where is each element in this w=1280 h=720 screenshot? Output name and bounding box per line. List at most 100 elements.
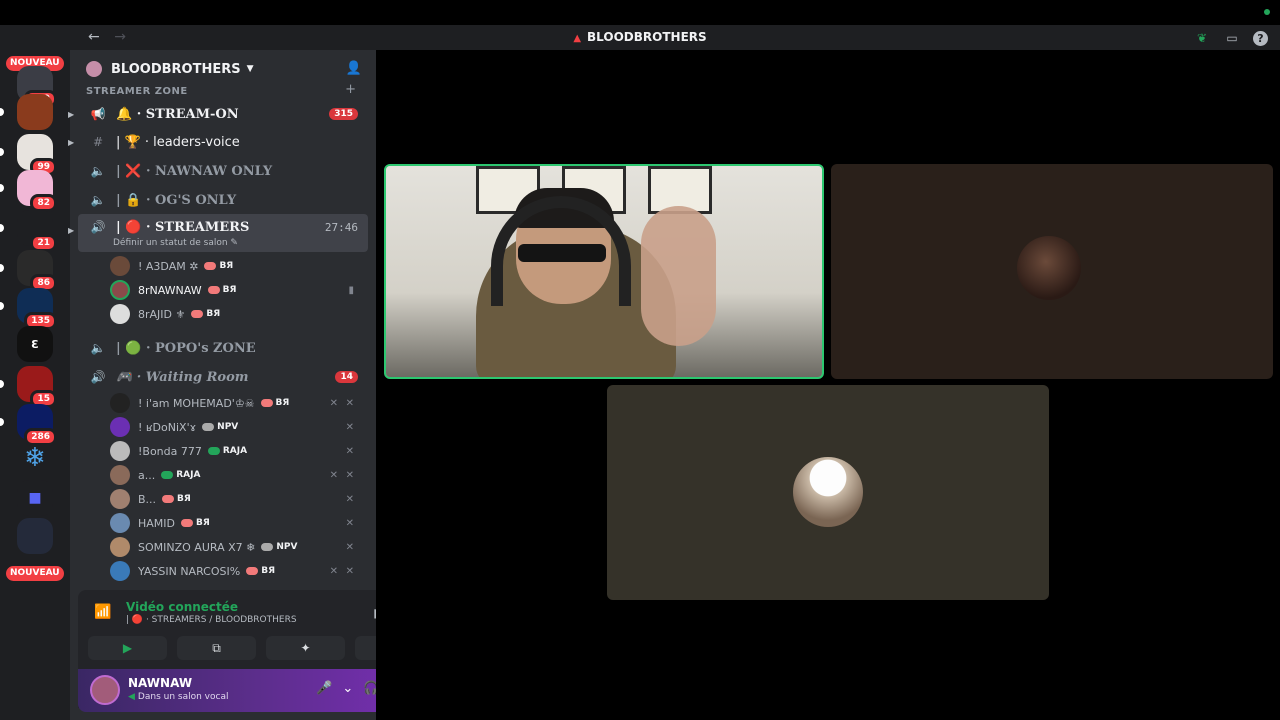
video-tile[interactable] <box>607 385 1049 600</box>
tag-label: ВЯ <box>275 398 290 408</box>
tag-label: RAJA <box>176 470 201 480</box>
server-icon-8[interactable]: 15 <box>0 366 57 408</box>
avatar <box>110 465 130 485</box>
camera-button[interactable]: ▶ <box>88 636 167 660</box>
channel-name: | 🏆 · leaders-voice <box>116 134 240 150</box>
voice-status[interactable]: Vidéo connectée <box>126 600 238 614</box>
user-status-text: Dans un salon vocal <box>137 692 229 702</box>
voice-member[interactable]: SOMINZO AURA X7 ❄ NPV ✕ <box>110 536 366 558</box>
microphone-icon[interactable]: 🎤 <box>316 681 332 696</box>
voice-member[interactable]: B... ВЯ ✕ <box>110 488 366 510</box>
voice-member[interactable]: YASSIN NARCOSI% ВЯ ✕ ✕ <box>110 560 366 582</box>
tag-label: NPV <box>276 542 298 552</box>
speaker-icon: 🔊 <box>90 220 106 234</box>
chevron-down-icon[interactable]: ⌄ <box>342 681 353 696</box>
snowflake-icon[interactable]: ❄ <box>17 440 53 476</box>
voice-icon: ◀ <box>128 692 135 702</box>
voice-member[interactable]: a... RAJA ✕ ✕ <box>110 464 366 486</box>
server-icon-2[interactable]: 99 <box>0 134 57 176</box>
tag-icon <box>246 567 259 575</box>
member-name: !Bonda 777 <box>138 444 202 458</box>
voice-member[interactable]: 8rAJID ⚜ ВЯ <box>110 303 366 325</box>
member-name: YASSIN NARCOSI% <box>138 564 241 578</box>
server-icon-7[interactable]: Ɛ <box>17 326 53 362</box>
muted-mic-icon: ✕ <box>329 469 338 481</box>
screen-share-icon[interactable]: ▭ <box>1223 29 1241 47</box>
tag-icon <box>191 310 204 318</box>
top-band <box>0 0 1280 25</box>
tag-icon <box>204 262 217 270</box>
channel-popos-zone[interactable]: 🔈 | 🟢 · POPO's ZONE <box>78 334 368 362</box>
expand-arrow-icon: ▶ <box>68 109 75 119</box>
deafened-icon: ✕ <box>345 565 354 577</box>
role-tag: RAJA <box>207 446 248 456</box>
unread-pill <box>0 302 4 310</box>
signal-icon[interactable]: 📶 <box>94 604 111 620</box>
server-icon-4[interactable]: 21 <box>0 210 57 252</box>
video-tile-speaking[interactable] <box>384 164 824 379</box>
voice-member[interactable]: HAMID ВЯ ✕ <box>110 512 366 534</box>
avatar <box>110 256 130 276</box>
title-bar: ← → ▲ BLOODBROTHERS ❦ ▭ ? <box>0 25 1280 50</box>
server-icon-5[interactable]: 86 <box>0 250 57 292</box>
member-name: a... <box>138 468 156 482</box>
voice-channel-link[interactable]: | 🔴 · STREAMERS / BLOODBROTHERS <box>126 615 297 625</box>
tag-label: RAJA <box>222 446 248 456</box>
server-icon-3[interactable]: 82 <box>0 170 57 212</box>
server-icon-gamba[interactable] <box>0 94 53 130</box>
server-icon-6[interactable]: 135 <box>0 288 57 330</box>
channel-name: 🎮 · Waiting Room <box>116 369 249 385</box>
voice-member[interactable]: ! i'am MOHEMAD'♔☠ ВЯ ✕ ✕ <box>110 392 366 414</box>
speaker-icon: 🔈 <box>90 164 106 178</box>
role-tag: ВЯ <box>181 518 210 528</box>
tag-icon <box>207 286 220 294</box>
add-channel-icon[interactable]: + <box>345 82 356 97</box>
member-name: ! A3DAM ✲ <box>138 259 199 273</box>
participant-avatar <box>793 457 863 527</box>
new-badge: NOUVEAU <box>6 566 64 581</box>
guild-name: BLOODBROTHERS <box>111 61 241 77</box>
channel-ogs-only[interactable]: 🔈 | 🔒 · OG'S ONLY <box>78 186 368 214</box>
invite-icon[interactable]: 👤 <box>346 61 362 76</box>
channel-status[interactable]: Définir un statut de salon ✎ <box>113 238 238 248</box>
voice-member[interactable]: ! ʁDoNiX'ɤ NPV ✕ <box>110 416 366 438</box>
screen-share-button[interactable]: ⧉ <box>177 636 256 660</box>
voice-member[interactable]: !Bonda 777 RAJA ✕ <box>110 440 366 462</box>
help-icon[interactable]: ? <box>1253 31 1268 46</box>
video-tile[interactable] <box>831 164 1273 379</box>
leaf-icon[interactable]: ❦ <box>1193 29 1211 47</box>
muted-mic-icon: ✕ <box>345 493 354 505</box>
member-name: ! ʁDoNiX'ɤ <box>138 420 197 434</box>
channel-leaders-voice[interactable]: ▶ # | 🏆 · leaders-voice <box>68 128 368 156</box>
activities-button[interactable]: ✦ <box>266 636 345 660</box>
member-name: B... <box>138 492 157 506</box>
channel-nawnaw-only[interactable]: 🔈 | ❌ · NAWNAW ONLY <box>78 157 368 185</box>
role-tag: ВЯ <box>162 494 191 504</box>
role-tag: ВЯ <box>204 261 233 271</box>
voice-member[interactable]: ! A3DAM ✲ ВЯ <box>110 255 366 277</box>
guild-header[interactable]: BLOODBROTHERS ▼ 👤 <box>70 50 376 88</box>
category-header[interactable]: STREAMER ZONE <box>86 86 188 97</box>
channel-waiting-room[interactable]: 🔊 🎮 · Waiting Room 14 <box>78 363 368 391</box>
user-avatar[interactable] <box>90 675 120 705</box>
server-icon-9[interactable]: 286 <box>0 404 57 446</box>
avatar <box>110 393 130 413</box>
channel-streamers[interactable]: ▶ 🔊 | 🔴 · STREAMERS 27:46 Définir un sta… <box>68 214 368 252</box>
role-tag: NPV <box>261 542 297 552</box>
folder-icon[interactable]: ■ <box>17 480 53 516</box>
user-count-badge: 14 <box>335 371 358 383</box>
role-tag: ВЯ <box>260 398 290 408</box>
tag-label: ВЯ <box>196 518 210 528</box>
chevron-down-icon: ▼ <box>246 64 254 74</box>
guild-icon <box>86 61 102 77</box>
member-name: 8rAJID ⚜ <box>138 307 186 321</box>
server-icon-10[interactable] <box>17 518 53 554</box>
channel-stream-on[interactable]: ▶ 📢 🔔 · STREAM-ON 315 <box>68 100 368 128</box>
channel-sidebar: BLOODBROTHERS ▼ 👤 STREAMER ZONE + ▶ 📢 🔔 … <box>68 50 438 720</box>
speaker-icon: 🔈 <box>90 341 106 355</box>
voice-member[interactable]: 8rNAWNAW ВЯ ▮ <box>110 279 366 301</box>
role-tag: RAJA <box>161 470 200 480</box>
user-name[interactable]: NAWNAW <box>128 676 192 690</box>
video-grid <box>376 50 1280 720</box>
muted-mic-icon: ✕ <box>345 517 354 529</box>
